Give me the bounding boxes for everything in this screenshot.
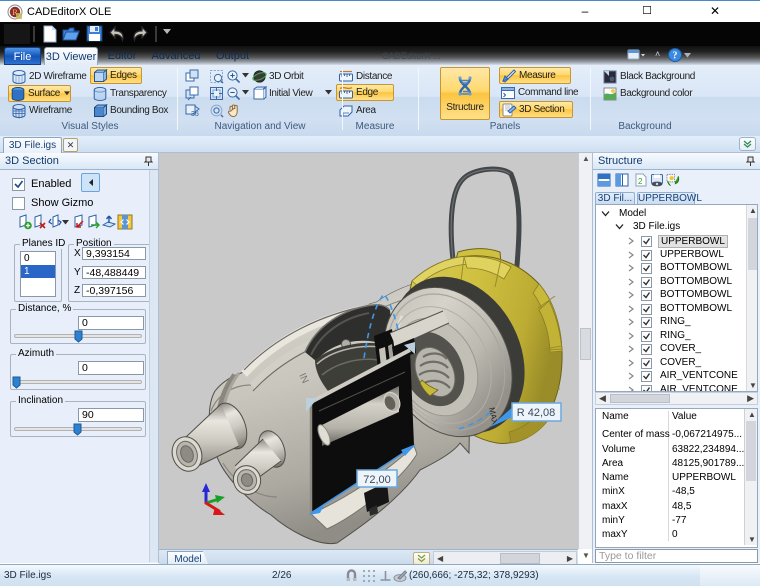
svg-text:72,00: 72,00 xyxy=(363,474,391,486)
svg-text:2: 2 xyxy=(638,177,643,186)
svg-text:?: ? xyxy=(673,51,678,62)
svg-text:R 42,08: R 42,08 xyxy=(517,407,556,419)
svg-text:35: 35 xyxy=(191,111,199,118)
